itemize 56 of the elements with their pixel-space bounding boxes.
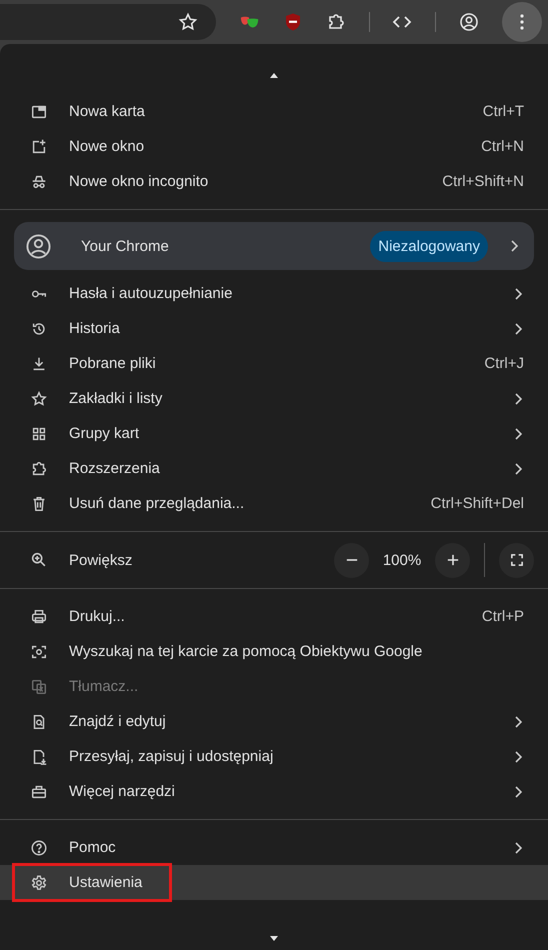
chevron-icon: [514, 322, 522, 334]
menu-item[interactable]: Drukuj... Ctrl+P: [0, 599, 548, 634]
profile-row[interactable]: Your Chrome Niezalogowany: [14, 222, 534, 270]
chevron-icon: [514, 392, 522, 404]
help-icon: [30, 838, 48, 856]
star-icon[interactable]: [178, 12, 198, 32]
scroll-down-icon[interactable]: [270, 936, 278, 941]
shortcut-text: Ctrl+J: [484, 355, 524, 372]
menu-item[interactable]: Nowe okno Ctrl+N: [0, 129, 548, 164]
menu-item[interactable]: Wyszukaj na tej karcie za pomocą Obiektywu Google: [0, 634, 548, 669]
chevron-icon: [514, 842, 522, 854]
chevron-icon: [514, 428, 522, 440]
puzzle-icon: [30, 460, 48, 478]
new-window-icon: [30, 138, 48, 156]
star-icon: [30, 390, 48, 408]
menu-item[interactable]: Grupy kart: [0, 416, 548, 451]
profile-label: Your Chrome: [81, 238, 169, 254]
menu-item[interactable]: Ustawienia: [0, 865, 548, 900]
chevron-icon: [514, 750, 522, 762]
menu-item[interactable]: Pobrane pliki Ctrl+J: [0, 346, 548, 381]
menu-item[interactable]: Pomoc: [0, 830, 548, 865]
shortcut-text: Ctrl+Shift+N: [442, 173, 524, 190]
zoom-level: 100%: [382, 552, 422, 568]
menu-item[interactable]: Nowa karta Ctrl+T: [0, 94, 548, 129]
sign-in-status: Niezalogowany: [370, 230, 488, 262]
menu-item[interactable]: Nowe okno incognito Ctrl+Shift+N: [0, 164, 548, 199]
menu-item[interactable]: Historia: [0, 311, 548, 346]
zoom-icon: [30, 551, 48, 569]
chevron-icon: [514, 716, 522, 728]
chevron-icon: [514, 288, 522, 300]
shortcut-text: Ctrl+N: [481, 138, 524, 155]
menu-item[interactable]: Zakładki i listy: [0, 381, 548, 416]
shortcut-text: Ctrl+P: [482, 608, 524, 625]
menu-item[interactable]: Hasła i autouzupełnianie: [0, 276, 548, 311]
chevron-icon: [514, 462, 522, 474]
menu-item[interactable]: Rozszerzenia: [0, 451, 548, 486]
scroll-up-icon[interactable]: [270, 72, 278, 78]
menu-item[interactable]: Znajdź i edytuj: [0, 704, 548, 739]
menu-icon: [520, 14, 524, 30]
chevron-icon: [514, 786, 522, 798]
fullscreen-icon: [510, 554, 522, 566]
settings-icon: [30, 874, 48, 892]
menu-item[interactable]: Przesyłaj, zapisuj i udostępniaj: [0, 739, 548, 774]
plus-icon: [446, 554, 458, 566]
chevron-icon: [510, 240, 518, 252]
zoom-in-button[interactable]: [435, 542, 470, 578]
shortcut-text: Ctrl+T: [482, 103, 524, 120]
menu-item[interactable]: Więcej narzędzi: [0, 774, 548, 809]
profile-icon: [26, 234, 51, 258]
menu-item[interactable]: Usuń dane przeglądania... Ctrl+Shift+Del: [0, 486, 548, 521]
printer-icon: [30, 608, 48, 626]
zoom-label: Powiększ: [69, 552, 132, 568]
translate-icon: [30, 678, 48, 696]
fullscreen-button[interactable]: [499, 542, 534, 578]
shortcut-text: Ctrl+Shift+Del: [430, 495, 524, 512]
profile-icon[interactable]: [459, 12, 480, 32]
